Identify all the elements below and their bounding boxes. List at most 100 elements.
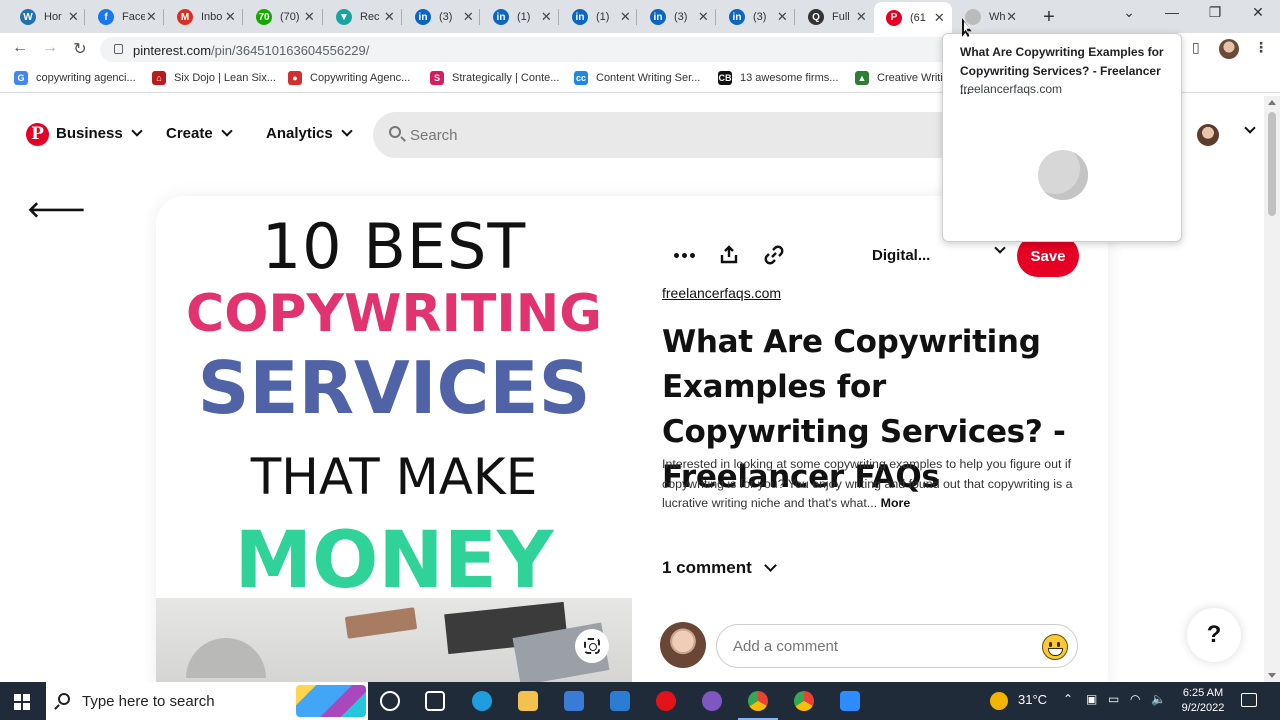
close-tab-icon[interactable]: ✕	[1006, 9, 1017, 25]
windows-start-icon[interactable]	[14, 694, 30, 710]
sidebar-icon[interactable]: ▯	[1192, 39, 1200, 56]
comments-toggle[interactable]: 1 comment	[662, 558, 777, 578]
search-icon	[389, 126, 401, 138]
close-tab-icon[interactable]: ✕	[303, 9, 316, 25]
volume-icon[interactable]: 🔈	[1151, 692, 1166, 706]
browser-tab[interactable]: in (1) ✕	[560, 4, 638, 30]
nav-business[interactable]: Business	[56, 125, 143, 142]
browser-tab[interactable]: in (1) ✕	[481, 4, 559, 30]
hovercard-domain: freelancerfaqs.com	[960, 82, 1063, 96]
visual-search-button[interactable]	[575, 629, 609, 663]
link-icon[interactable]	[759, 240, 789, 270]
browser-tab[interactable]: in (3) ✕	[717, 4, 795, 30]
search-highlight-image	[296, 685, 366, 717]
browser-tab[interactable]: P (61 ✕	[874, 2, 952, 33]
weather-icon[interactable]	[990, 692, 1008, 710]
mail-icon[interactable]	[610, 691, 630, 711]
browser-tab[interactable]: 70 (70) ✕	[244, 4, 322, 30]
bookmark-item[interactable]: cc Content Writing Ser...	[574, 71, 700, 85]
close-tab-icon[interactable]: ✕	[224, 9, 237, 25]
temperature[interactable]: 31°C	[1018, 692, 1047, 707]
edge-icon[interactable]	[472, 691, 492, 711]
cortana-icon[interactable]	[380, 691, 400, 711]
forward-icon[interactable]: →	[40, 39, 60, 57]
board-chevron-down-icon[interactable]	[994, 242, 1006, 254]
back-arrow-icon[interactable]: 🡐	[27, 197, 86, 223]
browser-tab[interactable]: in (3) ✕	[403, 4, 481, 30]
nav-create[interactable]: Create	[166, 125, 233, 142]
browser-profile-avatar[interactable]	[1219, 39, 1239, 59]
globe-icon	[1038, 150, 1088, 200]
browser-tab[interactable]: Q Full ✕	[796, 4, 874, 30]
browser-tab[interactable]: f Face ✕	[86, 4, 164, 30]
close-tab-icon[interactable]: ✕	[619, 9, 632, 25]
battery-icon[interactable]: ▭	[1108, 692, 1119, 706]
tray-icon[interactable]: ▣	[1086, 692, 1097, 706]
taskbar-search[interactable]: Type here to search	[46, 682, 368, 720]
account-avatar[interactable]	[1197, 124, 1219, 146]
wifi-icon[interactable]: ◠	[1130, 692, 1140, 706]
pinterest-logo-icon[interactable]: P	[26, 123, 49, 146]
close-tab-icon[interactable]: ✕	[145, 9, 158, 25]
chrome-icon[interactable]	[738, 691, 778, 720]
close-tab-icon[interactable]: ✕	[697, 9, 710, 25]
url-text[interactable]: pinterest.com/pin/364510163604556229/	[133, 43, 369, 58]
bookmark-item[interactable]: CB 13 awesome firms...	[718, 71, 838, 85]
bookmark-item[interactable]: ▲ Creative Writi	[855, 71, 943, 85]
bookmark-item[interactable]: S Strategically | Conte...	[430, 71, 559, 85]
chevron-down-icon	[341, 125, 353, 137]
bookmark-item[interactable]: ⌂ Six Dojo | Lean Six...	[152, 71, 276, 85]
pin-details: Digital... Save freelancerfaqs.com What …	[632, 196, 1108, 686]
pin-image[interactable]: 10 BEST COPYWRITING SERVICES THAT MAKE M…	[156, 196, 632, 686]
dojo-icon: ⌂	[152, 71, 166, 85]
browser-tab[interactable]: M Inbo ✕	[165, 4, 243, 30]
chrome-profile-icon[interactable]	[794, 691, 814, 711]
minimize-icon[interactable]: —	[1157, 4, 1187, 20]
page-scrollbar[interactable]	[1264, 96, 1280, 682]
task-view-icon[interactable]	[425, 691, 445, 711]
close-tab-icon[interactable]: ✕	[462, 9, 475, 25]
more-link[interactable]: More	[881, 496, 911, 510]
bookmark-item[interactable]: ● Copywriting Agenc...	[288, 71, 410, 85]
store-icon[interactable]	[564, 691, 584, 711]
browser-tab[interactable]: W Hor ✕	[8, 4, 86, 30]
search-magnifier-icon: Q	[808, 9, 824, 25]
notifications-icon[interactable]	[1241, 693, 1257, 707]
opera-icon[interactable]	[656, 691, 676, 711]
close-tab-icon[interactable]: ✕	[855, 9, 868, 25]
bookmark-item[interactable]: Gcopywriting agenci...	[14, 71, 136, 85]
nav-analytics[interactable]: Analytics	[266, 125, 353, 142]
app-swirl-icon[interactable]	[702, 691, 722, 711]
help-button[interactable]: ?	[1187, 608, 1241, 662]
search-input[interactable]	[410, 124, 910, 146]
back-icon[interactable]: ←	[10, 39, 30, 57]
source-link[interactable]: freelancerfaqs.com	[662, 285, 781, 301]
close-tab-icon[interactable]: ✕	[776, 9, 789, 25]
tab-search-chevron-icon[interactable]: ⌄	[1114, 4, 1144, 21]
close-tab-icon[interactable]: ✕	[540, 9, 553, 25]
new-tab-icon[interactable]: +	[1040, 6, 1058, 29]
browser-tab[interactable]: in (3) ✕	[638, 4, 716, 30]
tab-title: Rec	[360, 11, 380, 23]
close-tab-icon[interactable]: ✕	[383, 9, 396, 25]
system-clock[interactable]: 6:25 AM 9/2/2022	[1178, 686, 1228, 716]
account-chevron-down-icon[interactable]	[1244, 122, 1256, 134]
close-window-icon[interactable]: ✕	[1243, 4, 1273, 21]
file-explorer-icon[interactable]	[518, 691, 538, 711]
board-selector[interactable]: Digital...	[872, 247, 930, 264]
close-tab-icon[interactable]: ✕	[67, 9, 80, 25]
emoji-smile-icon[interactable]	[1042, 634, 1068, 660]
zoom-icon[interactable]	[840, 691, 860, 711]
browser-tab[interactable]: ▼ Rec ✕	[324, 4, 402, 30]
tab-separator	[715, 9, 716, 25]
menu-kebab-icon[interactable]: ⋮	[1254, 39, 1268, 56]
more-options-icon[interactable]	[669, 240, 699, 270]
share-icon[interactable]	[714, 240, 744, 270]
desk-photo	[156, 598, 632, 686]
chevron-up-icon[interactable]: ⌃	[1063, 692, 1073, 706]
maximize-icon[interactable]: ❐	[1200, 4, 1230, 21]
bookmark-label: Creative Writi	[877, 72, 943, 84]
reload-icon[interactable]: ↻	[70, 39, 90, 59]
close-tab-icon[interactable]: ✕	[933, 10, 946, 26]
comment-input[interactable]	[733, 636, 1023, 656]
